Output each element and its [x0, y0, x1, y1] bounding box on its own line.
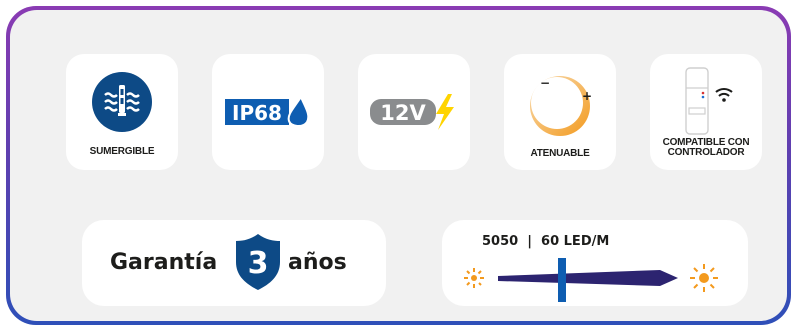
- feature-panel: SUMERGIBLE IP68 12V − + ATENUABLE COMPAT…: [10, 10, 787, 321]
- warranty-before: Garantía: [110, 250, 218, 275]
- warranty-after: años: [288, 250, 347, 275]
- feature-tile-ip68: IP68: [212, 54, 324, 170]
- ip68-text: IP68: [232, 101, 282, 125]
- voltage-badge: 12V: [370, 94, 454, 130]
- feature-tile-dimmable: − + ATENUABLE: [504, 54, 616, 170]
- controller-label-line2: CONTROLADOR: [667, 147, 745, 158]
- lightning-bolt-icon: [436, 94, 454, 130]
- led-strip-icon: [464, 258, 718, 302]
- feature-panel-frame: SUMERGIBLE IP68 12V − + ATENUABLE COMPAT…: [6, 6, 791, 325]
- remote-wifi-icon: [685, 67, 733, 135]
- dimmer-minus: −: [540, 76, 550, 90]
- warranty-number: 3: [248, 246, 269, 281]
- submersible-label: SUMERGIBLE: [89, 146, 155, 157]
- feature-tile-controller: COMPATIBLE CON CONTROLADOR: [650, 54, 762, 170]
- led-spec: 5050 | 60 LED/M: [482, 234, 610, 249]
- dimmer-dial-icon: − +: [530, 76, 592, 136]
- voltage-text: 12V: [380, 101, 426, 125]
- submersible-icon: [92, 72, 152, 132]
- dimmer-plus: +: [582, 89, 592, 103]
- feature-tile-submersible: SUMERGIBLE: [66, 54, 178, 170]
- led-strip-tile: 5050 | 60 LED/M: [442, 220, 748, 306]
- dimmable-label: ATENUABLE: [530, 148, 590, 159]
- water-drop-icon: [287, 95, 310, 127]
- sun-right-icon: [690, 264, 718, 292]
- feature-tile-12v: 12V: [358, 54, 470, 170]
- warranty-tile: Garantía 3 años: [82, 220, 386, 306]
- sun-left-icon: [464, 268, 484, 288]
- shield-icon: 3: [236, 234, 280, 290]
- ip68-badge: IP68: [225, 95, 310, 127]
